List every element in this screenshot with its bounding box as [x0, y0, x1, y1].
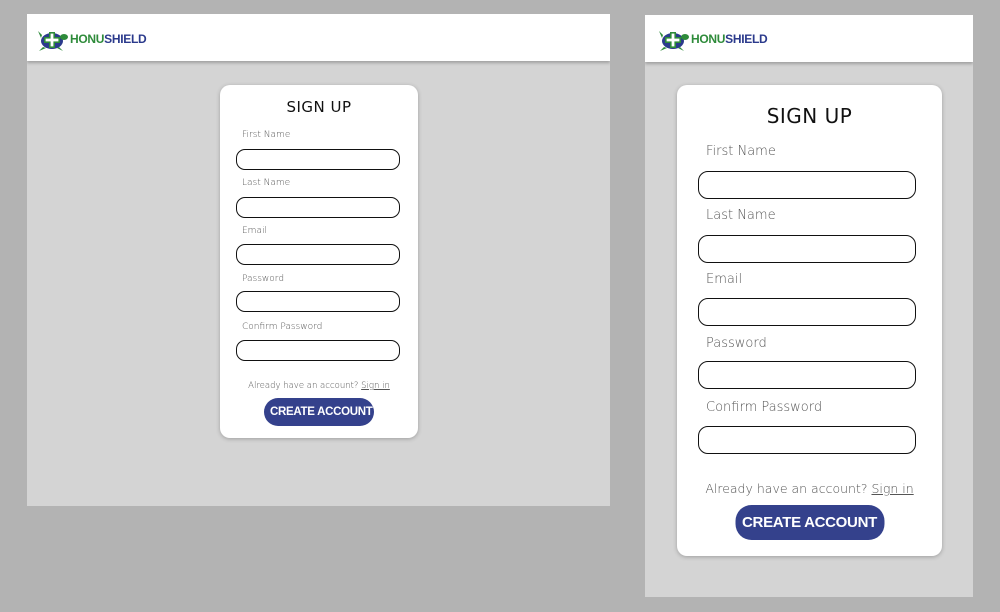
turtle-cross-logo-icon	[659, 31, 689, 51]
mobile-preview-frame: HONUSHIELD SIGN UP First Name Last Name …	[645, 15, 973, 597]
brand-name: HONUSHIELD	[70, 32, 147, 46]
create-account-button[interactable]: CREATE ACCOUNT	[264, 398, 374, 426]
brand-logo[interactable]: HONUSHIELD	[37, 26, 147, 52]
signin-prompt: Already have an account? Sign in	[220, 381, 418, 391]
desktop-preview-frame: HONUSHIELD SIGN UP First Name Last Name …	[27, 14, 610, 506]
brand-name-part2: SHIELD	[725, 32, 768, 46]
password-input[interactable]	[236, 291, 400, 312]
brand-name-part1: HONU	[70, 32, 105, 46]
turtle-cross-logo-icon	[38, 31, 68, 51]
password-label: Password	[242, 274, 285, 284]
email-input[interactable]	[698, 298, 916, 326]
confirm-password-label: Confirm Password	[706, 400, 823, 415]
signup-card: SIGN UP First Name Last Name Email Passw…	[677, 85, 942, 556]
signup-title: SIGN UP	[766, 104, 853, 128]
first-name-input[interactable]	[698, 171, 916, 199]
signin-link[interactable]: Sign in	[361, 381, 390, 391]
last-name-label: Last Name	[242, 178, 291, 188]
first-name-input[interactable]	[236, 149, 400, 170]
password-label: Password	[706, 336, 767, 351]
header-bar: HONUSHIELD	[645, 15, 973, 62]
brand-name: HONUSHIELD	[691, 32, 768, 46]
signin-prompt: Already have an account? Sign in	[677, 481, 942, 496]
last-name-input[interactable]	[236, 197, 400, 218]
header-bar: HONUSHIELD	[27, 14, 610, 61]
email-label: Email	[706, 272, 743, 287]
password-input[interactable]	[698, 361, 916, 389]
last-name-input[interactable]	[698, 235, 916, 263]
signin-prompt-text: Already have an account?	[248, 381, 359, 391]
email-label: Email	[242, 226, 267, 236]
brand-name-part2: SHIELD	[104, 32, 147, 46]
signup-title: SIGN UP	[286, 98, 352, 116]
brand-logo[interactable]: HONUSHIELD	[658, 26, 768, 52]
signin-prompt-text: Already have an account?	[705, 481, 868, 496]
confirm-password-label: Confirm Password	[242, 322, 323, 332]
confirm-password-input[interactable]	[698, 426, 916, 454]
first-name-label: First Name	[242, 130, 291, 140]
first-name-label: First Name	[706, 144, 776, 159]
email-input[interactable]	[236, 244, 400, 265]
brand-name-part1: HONU	[691, 32, 726, 46]
signup-card: SIGN UP First Name Last Name Email Passw…	[220, 85, 418, 438]
last-name-label: Last Name	[706, 208, 776, 223]
confirm-password-input[interactable]	[236, 340, 400, 361]
create-account-button[interactable]: CREATE ACCOUNT	[735, 505, 884, 540]
signin-link[interactable]: Sign in	[871, 481, 913, 496]
